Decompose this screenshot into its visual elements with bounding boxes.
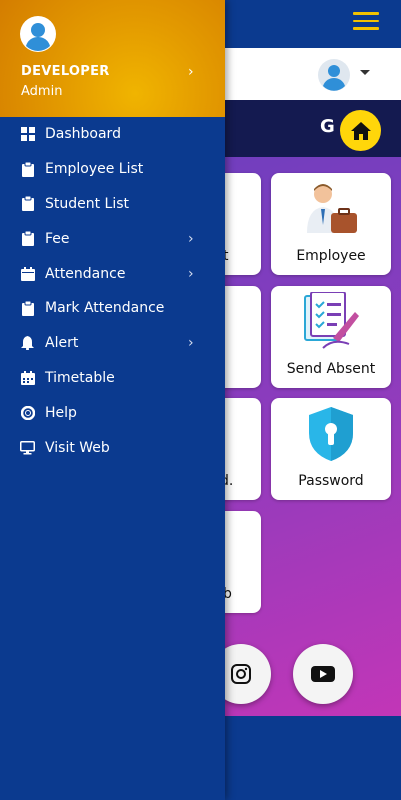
drawer-user-name: DEVELOPER [21, 64, 110, 79]
dashboard-icon [20, 127, 35, 142]
menu-item-visit-web[interactable]: Visit Web [0, 430, 225, 465]
youtube-button[interactable] [293, 644, 353, 704]
drawer-user-role: Admin [21, 84, 63, 99]
monitor-icon [20, 440, 35, 455]
menu-item-student-list[interactable]: Student List [0, 187, 225, 222]
menu-item-dashboard[interactable]: Dashboard [0, 117, 225, 152]
youtube-icon [311, 666, 335, 682]
menu-item-alert[interactable]: Alert › [0, 326, 225, 361]
profile-chevron-right-icon: › [188, 64, 194, 80]
instagram-icon [231, 664, 251, 684]
clipboard-icon [20, 196, 35, 212]
account-dropdown-caret-icon[interactable] [360, 70, 370, 75]
employee-icon [307, 184, 357, 233]
navigation-drawer: DEVELOPER Admin › Dashboard Employee Lis… [0, 0, 225, 800]
chevron-right-icon: › [188, 335, 194, 352]
menu-item-mark-attendance[interactable]: Mark Attendance [0, 291, 225, 326]
profile-avatar-icon [20, 16, 56, 52]
lifebuoy-icon [20, 405, 35, 420]
menu-item-label: Mark Attendance [45, 300, 165, 317]
home-button[interactable] [340, 110, 381, 151]
hamburger-menu-icon[interactable] [353, 12, 379, 34]
menu-item-label: Timetable [45, 369, 115, 386]
chevron-right-icon: › [188, 230, 194, 247]
calendar-icon [20, 370, 35, 385]
menu-item-label: Student List [45, 195, 130, 212]
menu-item-label: Visit Web [45, 439, 110, 456]
menu-item-label: Fee [45, 230, 70, 247]
header-title: G [320, 116, 335, 137]
employee-card-label: Employee [296, 248, 366, 264]
send-absent-card[interactable]: Send Absent [271, 286, 391, 388]
password-card-label: Password [298, 473, 364, 489]
send-absent-card-label: Send Absent [286, 361, 376, 377]
user-avatar-icon[interactable] [318, 59, 350, 91]
shield-lock-icon [309, 407, 353, 461]
menu-item-label: Alert [45, 335, 79, 352]
chevron-right-icon: › [188, 265, 194, 282]
menu-item-label: Dashboard [45, 126, 121, 143]
menu-item-label: Attendance [45, 265, 126, 282]
home-icon [350, 121, 371, 140]
password-card[interactable]: Password [271, 398, 391, 500]
menu-item-label: Employee List [45, 161, 144, 178]
menu-item-help[interactable]: Help [0, 395, 225, 430]
menu-item-timetable[interactable]: Timetable [0, 361, 225, 396]
menu-item-employee-list[interactable]: Employee List [0, 152, 225, 187]
drawer-header[interactable]: DEVELOPER Admin › [0, 0, 225, 117]
clipboard-icon [20, 231, 35, 247]
send-absent-icon [304, 292, 359, 349]
employee-card[interactable]: Employee [271, 173, 391, 275]
menu-item-label: Help [45, 404, 77, 421]
menu-item-fee[interactable]: Fee › [0, 221, 225, 256]
clipboard-icon [20, 161, 35, 177]
calendar-icon [20, 266, 35, 281]
clipboard-icon [20, 300, 35, 316]
bell-icon [20, 336, 35, 351]
menu-item-attendance[interactable]: Attendance › [0, 256, 225, 291]
drawer-menu: Dashboard Employee List Student List Fee… [0, 117, 225, 465]
